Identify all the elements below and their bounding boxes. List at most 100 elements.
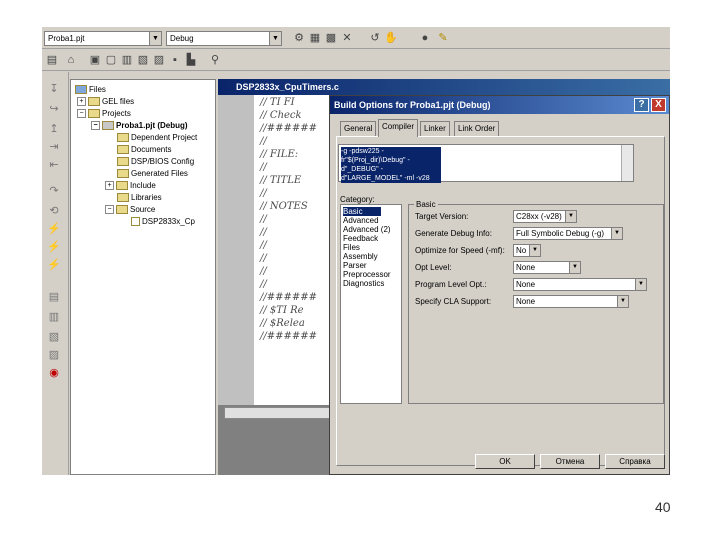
chevron-down-icon[interactable]: ▼	[617, 296, 628, 307]
step-icon[interactable]: ↺	[368, 31, 382, 45]
collapse-icon[interactable]: −	[105, 205, 114, 215]
expand-icon[interactable]: +	[105, 181, 114, 191]
category-advanced[interactable]: Advanced	[343, 216, 379, 225]
help-icon[interactable]: ?	[634, 98, 649, 112]
basic-group: Basic Target Version: C28xx (-v28) ▼ Gene…	[408, 199, 664, 404]
record-icon[interactable]: ◉	[46, 366, 62, 380]
target-version-select[interactable]: C28xx (-v28) ▼	[513, 210, 577, 223]
cla-support-select[interactable]: None ▼	[513, 295, 629, 308]
run-to-cursor-icon[interactable]: ⇥	[46, 140, 62, 154]
category-feedback[interactable]: Feedback	[343, 234, 378, 243]
chevron-down-icon[interactable]: ▼	[611, 228, 622, 239]
probe-icon[interactable]: ⚲	[208, 53, 222, 67]
category-basic[interactable]: Basic	[343, 207, 381, 216]
collapse-icon[interactable]: −	[77, 109, 86, 119]
halt-icon[interactable]: ●	[418, 31, 432, 45]
breakpoint-icon[interactable]: ✋	[384, 31, 398, 45]
options-textbox[interactable]: -g -pdsw225 -fr"$(Proj_dir)\Debug" -d"_D…	[338, 144, 634, 183]
tree-item-files[interactable]: Files	[75, 84, 106, 96]
tree-item-dependent[interactable]: Dependent Project	[117, 132, 197, 144]
tree-label: Dependent Project	[131, 133, 198, 142]
find-icon[interactable]: ▪	[168, 53, 182, 67]
set-pc-icon[interactable]: ⇤	[46, 158, 62, 172]
chevron-down-icon[interactable]: ▼	[149, 32, 161, 45]
rebuild-icon[interactable]: ▩	[324, 31, 338, 45]
tab-linker[interactable]: Linker	[420, 121, 450, 136]
tree-item-gel-files[interactable]: + GEL files	[77, 96, 134, 108]
compile-icon[interactable]: ⚙	[292, 31, 306, 45]
category-parser[interactable]: Parser	[343, 261, 367, 270]
tree-item-bios-config[interactable]: DSP/BIOS Config	[117, 156, 194, 168]
category-files[interactable]: Files	[343, 243, 360, 252]
project-combo[interactable]: Proba1.pjt ▼	[44, 31, 162, 46]
category-diagnostics[interactable]: Diagnostics	[343, 279, 384, 288]
category-assembly[interactable]: Assembly	[343, 252, 378, 261]
gel-icon[interactable]: ✎	[436, 31, 450, 45]
build-icon[interactable]: ▦	[308, 31, 322, 45]
tree-item-libraries[interactable]: Libraries	[117, 192, 162, 204]
tab-link-order[interactable]: Link Order	[454, 121, 500, 136]
probe-point-icon[interactable]: ⚡	[46, 258, 62, 272]
project-icon	[102, 121, 114, 131]
category-preprocessor[interactable]: Preprocessor	[343, 270, 391, 279]
expand-icon[interactable]: +	[77, 97, 86, 107]
options-scrollbar[interactable]	[621, 145, 633, 181]
tree-label: GEL files	[102, 97, 135, 106]
tree-label: Projects	[102, 109, 131, 118]
new-icon[interactable]: ▤	[45, 53, 59, 67]
tab-compiler[interactable]: Compiler	[378, 119, 419, 137]
step-over-icon[interactable]: ↪	[46, 102, 62, 116]
save-icon[interactable]: ▣	[88, 53, 102, 67]
collapse-icon[interactable]: −	[91, 121, 100, 131]
tree-item-projects[interactable]: − Projects	[77, 108, 131, 120]
tree-item-include[interactable]: + Include	[105, 180, 156, 192]
tree-label: DSP2833x_Cp	[142, 217, 195, 226]
register-window-icon[interactable]: ▤	[46, 290, 62, 304]
tree-item-documents[interactable]: Documents	[117, 144, 171, 156]
breakpoint-toggle-icon[interactable]: ⚡	[46, 240, 62, 254]
tree-item-generated[interactable]: Generated Files	[117, 168, 188, 180]
tree-item-source-file[interactable]: DSP2833x_Cp	[131, 216, 195, 228]
help-button[interactable]: Справка	[605, 454, 665, 469]
watch-window-icon[interactable]: ▨	[46, 348, 62, 362]
chart-icon[interactable]: ▙	[184, 53, 198, 67]
ide-screenshot: Proba1.pjt ▼ Debug ▼ ⚙ ▦ ▩ ✕ ↺ ✋ ● ✎ ▤ ⌂…	[42, 27, 670, 475]
stop-build-icon[interactable]: ✕	[340, 31, 354, 45]
disassembly-icon[interactable]: ▧	[46, 330, 62, 344]
run-icon[interactable]: ↷	[46, 184, 62, 198]
program-level-opt-select[interactable]: None ▼	[513, 278, 647, 291]
code-line: //	[260, 253, 267, 264]
animate-icon[interactable]: ⚡	[46, 222, 62, 236]
cut-icon[interactable]: ▢	[104, 53, 118, 67]
memory-window-icon[interactable]: ▥	[46, 310, 62, 324]
opt-level-select[interactable]: None ▼	[513, 261, 581, 274]
chevron-down-icon[interactable]: ▼	[529, 245, 540, 256]
print-icon[interactable]: ▨	[152, 53, 166, 67]
close-icon[interactable]: X	[651, 98, 666, 112]
chevron-down-icon[interactable]: ▼	[635, 279, 646, 290]
open-icon[interactable]: ⌂	[64, 53, 78, 67]
step-into-icon[interactable]: ↧	[46, 82, 62, 96]
cancel-button[interactable]: Отмена	[540, 454, 600, 469]
tab-general[interactable]: General	[340, 121, 377, 136]
chevron-down-icon[interactable]: ▼	[565, 211, 576, 222]
chevron-down-icon[interactable]: ▼	[269, 32, 281, 45]
ok-button[interactable]: OK	[475, 454, 535, 469]
copy-icon[interactable]: ▥	[120, 53, 134, 67]
dialog-title: Build Options for Proba1.pjt (Debug) ? X	[330, 96, 669, 114]
tree-item-project[interactable]: − Proba1.pjt (Debug)	[91, 120, 188, 132]
tree-item-source[interactable]: − Source	[105, 204, 155, 216]
optimize-speed-select[interactable]: No ▼	[513, 244, 541, 257]
code-line: // TI FI	[260, 97, 295, 108]
config-combo[interactable]: Debug ▼	[166, 31, 282, 46]
halt-run-icon[interactable]: ⟲	[46, 204, 62, 218]
chevron-down-icon[interactable]: ▼	[569, 262, 580, 273]
category-list: Basic Advanced Advanced (2) Feedback Fil…	[340, 204, 402, 404]
tree-label: Libraries	[131, 193, 162, 202]
step-out-icon[interactable]: ↥	[46, 122, 62, 136]
tree-label: Generated Files	[131, 169, 188, 178]
paste-icon[interactable]: ▧	[136, 53, 150, 67]
category-advanced-2[interactable]: Advanced (2)	[343, 225, 391, 234]
debug-info-select[interactable]: Full Symbolic Debug (-g) ▼	[513, 227, 623, 240]
code-line: // Check	[260, 110, 302, 121]
